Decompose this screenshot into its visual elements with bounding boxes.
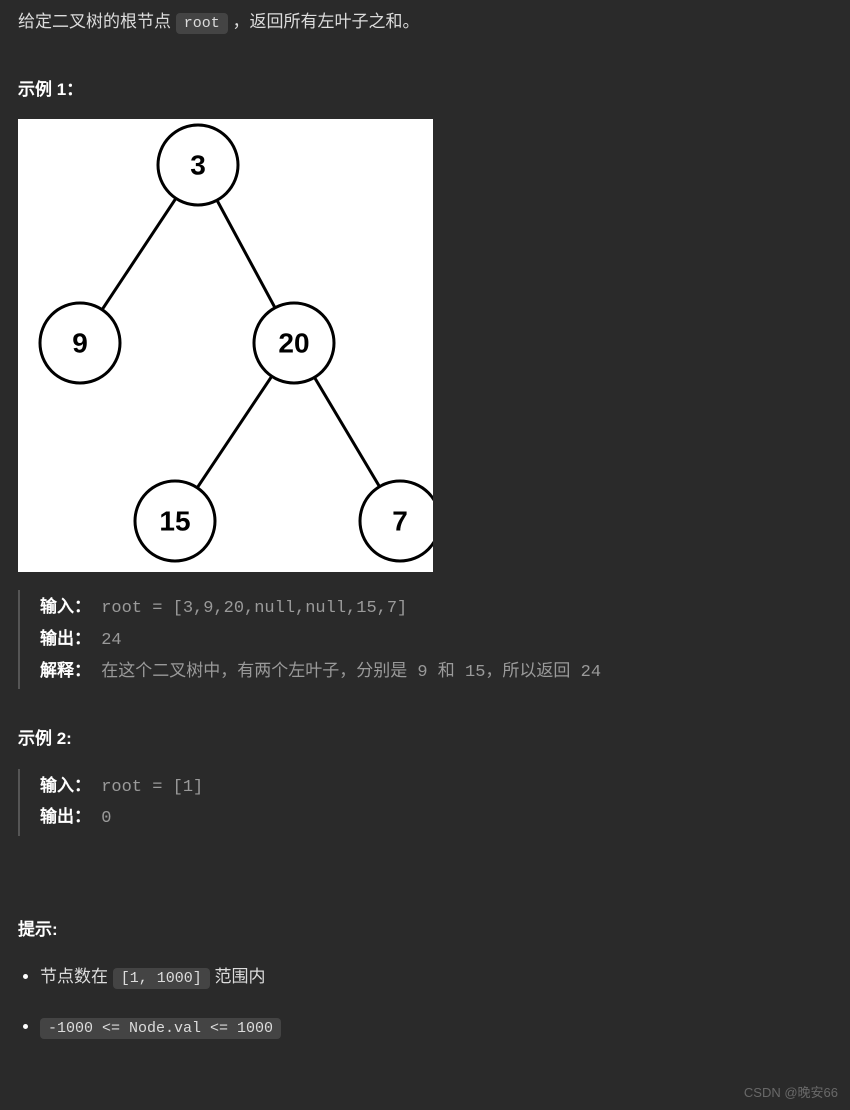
explain-value: 在这个二叉树中，有两个左叶子，分别是 9 和 15，所以返回 24 [91, 663, 601, 682]
binary-tree-diagram: 3 9 20 15 7 [18, 119, 433, 572]
watermark: CSDN @晚安66 [744, 1083, 838, 1104]
hint-item-1: 节点数在 [1, 1000] 范围内 [40, 963, 832, 991]
problem-description: 给定二叉树的根节点 root ，返回所有左叶子之和。 [18, 8, 832, 36]
example-1-heading: 示例 1： [18, 76, 832, 103]
hints-heading: 提示: [18, 916, 832, 943]
hint-item-2: -1000 <= Node.val <= 1000 [40, 1013, 832, 1041]
example-1-io: 输入： root = [3,9,20,null,null,15,7] 输出： 2… [18, 590, 832, 689]
desc-text-1: 给定二叉树的根节点 [18, 12, 176, 31]
tree-node-20: 20 [278, 328, 309, 359]
problem-content: 给定二叉树的根节点 root ，返回所有左叶子之和。 示例 1： 3 9 20 … [0, 0, 850, 1081]
hint-1-text: 节点数在 [40, 967, 113, 986]
example-2-output-row: 输出： 0 [40, 802, 832, 834]
input-label: 输入： [40, 597, 91, 616]
hint-2-code: -1000 <= Node.val <= 1000 [40, 1018, 281, 1039]
output-label: 输出： [40, 629, 91, 648]
output-label: 输出： [40, 807, 91, 826]
example-1-output-row: 输出： 24 [40, 624, 832, 656]
hint-1-text2: 范围内 [210, 967, 266, 986]
desc-text-2: ，返回所有左叶子之和。 [228, 12, 420, 31]
example-1-input-row: 输入： root = [3,9,20,null,null,15,7] [40, 592, 832, 624]
hint-1-code: [1, 1000] [113, 968, 210, 989]
tree-node-15: 15 [159, 506, 190, 537]
tree-node-9: 9 [72, 328, 88, 359]
example-2-heading: 示例 2: [18, 725, 832, 752]
tree-node-7: 7 [392, 506, 408, 537]
explain-label: 解释： [40, 661, 91, 680]
input-value: root = [1] [91, 778, 203, 797]
input-label: 输入： [40, 776, 91, 795]
desc-code: root [176, 13, 228, 34]
tree-node-root: 3 [190, 150, 206, 181]
output-value: 0 [91, 809, 111, 828]
hints-list: 节点数在 [1, 1000] 范围内 -1000 <= Node.val <= … [18, 963, 832, 1041]
example-1-explain-row: 解释： 在这个二叉树中，有两个左叶子，分别是 9 和 15，所以返回 24 [40, 656, 832, 688]
input-value: root = [3,9,20,null,null,15,7] [91, 599, 407, 618]
example-2-io: 输入： root = [1] 输出： 0 [18, 769, 832, 837]
example-2-input-row: 输入： root = [1] [40, 771, 832, 803]
output-value: 24 [91, 631, 122, 650]
